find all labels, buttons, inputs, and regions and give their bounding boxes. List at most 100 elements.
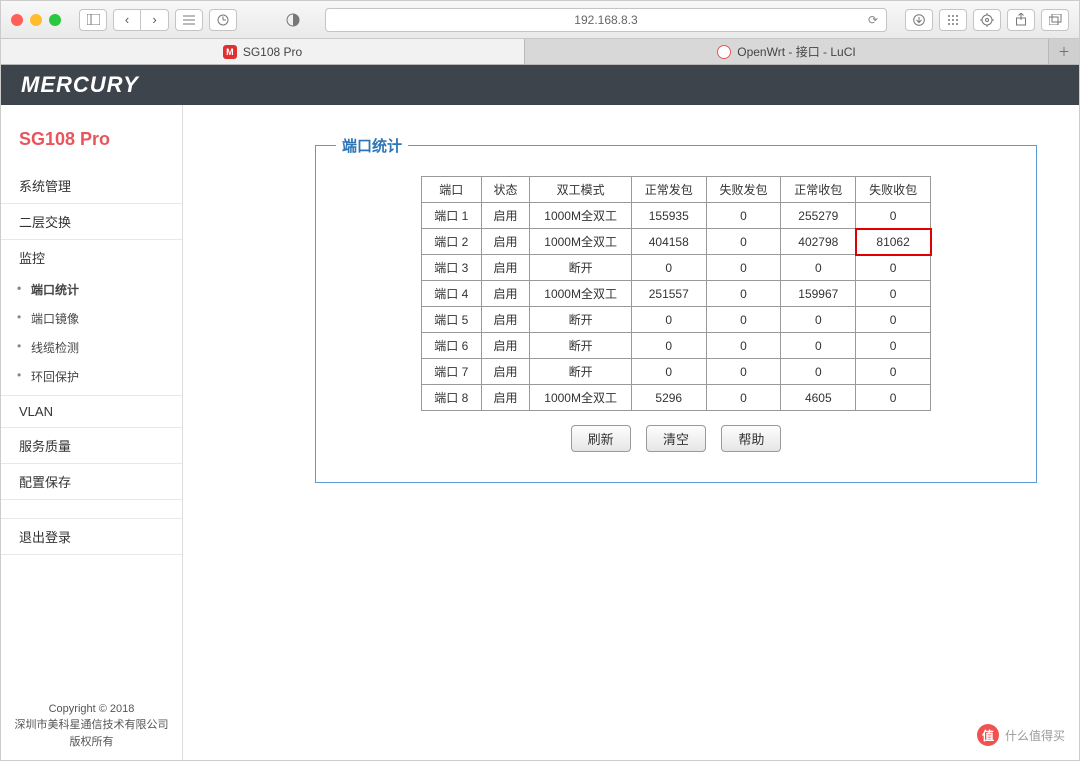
cell-tx_err: 0: [706, 307, 781, 333]
col-port: 端口: [422, 177, 482, 203]
url-text: 192.168.8.3: [574, 13, 637, 27]
brand-logo: MERCURY: [21, 72, 139, 98]
cell-port: 端口 1: [422, 203, 482, 229]
cell-rx_err: 0: [856, 359, 931, 385]
reader-button[interactable]: [175, 9, 203, 31]
main-content: 端口统计 端口 状态 双工模式 正常发包 失败发包 正常收包 失败收包: [183, 105, 1079, 760]
cell-state: 启用: [481, 359, 530, 385]
col-duplex: 双工模式: [530, 177, 632, 203]
cell-tx_ok: 0: [631, 255, 706, 281]
cell-duplex: 1000M全双工: [530, 385, 632, 411]
downloads-button[interactable]: [905, 9, 933, 31]
cell-port: 端口 3: [422, 255, 482, 281]
forward-button[interactable]: ›: [141, 9, 169, 31]
product-name: SG108 Pro: [1, 125, 182, 168]
nav-qos[interactable]: 服务质量: [1, 428, 182, 464]
cell-port: 端口 5: [422, 307, 482, 333]
tab-label: OpenWrt - 接口 - LuCI: [737, 43, 855, 60]
nav-system[interactable]: 系统管理: [1, 168, 182, 204]
nav-vlan[interactable]: VLAN: [1, 396, 182, 428]
nav-cable-test[interactable]: 线缆检测: [1, 333, 182, 362]
table-header-row: 端口 状态 双工模式 正常发包 失败发包 正常收包 失败收包: [422, 177, 931, 203]
cell-tx_ok: 155935: [631, 203, 706, 229]
cell-duplex: 断开: [530, 307, 632, 333]
nav-logout[interactable]: 退出登录: [1, 518, 182, 555]
copyright-line: Copyright © 2018: [11, 701, 172, 718]
cell-rx_ok: 159967: [781, 281, 856, 307]
browser-tab-active[interactable]: M SG108 Pro: [1, 39, 525, 64]
cell-tx_err: 0: [706, 203, 781, 229]
watermark-text: 什么值得买: [1005, 727, 1065, 744]
cell-state: 启用: [481, 333, 530, 359]
cell-port: 端口 2: [422, 229, 482, 255]
cell-rx_ok: 402798: [781, 229, 856, 255]
back-button[interactable]: ‹: [113, 9, 141, 31]
cell-tx_ok: 0: [631, 359, 706, 385]
cell-rx_err: 0: [856, 333, 931, 359]
settings-button[interactable]: [973, 9, 1001, 31]
cell-tx_ok: 404158: [631, 229, 706, 255]
cell-state: 启用: [481, 203, 530, 229]
app-window: ‹ › 192.168.8.3 ⟳ M SG108 Pro OpenWrt - …: [0, 0, 1080, 761]
cell-rx_err: 0: [856, 281, 931, 307]
cell-tx_err: 0: [706, 255, 781, 281]
cell-rx_err: 0: [856, 255, 931, 281]
cell-port: 端口 6: [422, 333, 482, 359]
cell-duplex: 1000M全双工: [530, 203, 632, 229]
share-button[interactable]: [1007, 9, 1035, 31]
history-button[interactable]: [209, 9, 237, 31]
port-stats-panel: 端口统计 端口 状态 双工模式 正常发包 失败发包 正常收包 失败收包: [315, 135, 1037, 483]
cell-port: 端口 8: [422, 385, 482, 411]
cell-port: 端口 7: [422, 359, 482, 385]
minimize-icon[interactable]: [30, 14, 42, 26]
cell-rx_err: 0: [856, 385, 931, 411]
col-tx-err: 失败发包: [706, 177, 781, 203]
cell-tx_err: 0: [706, 385, 781, 411]
cell-duplex: 1000M全双工: [530, 229, 632, 255]
maximize-icon[interactable]: [49, 14, 61, 26]
cell-state: 启用: [481, 281, 530, 307]
window-controls: [11, 14, 61, 26]
nav-monitor[interactable]: 监控: [1, 240, 182, 275]
nav-port-stats[interactable]: 端口统计: [1, 275, 182, 304]
nav-loop-protect[interactable]: 环回保护: [1, 362, 182, 396]
cell-port: 端口 4: [422, 281, 482, 307]
cell-state: 启用: [481, 307, 530, 333]
help-button[interactable]: 帮助: [721, 425, 781, 452]
nav-l2-switch[interactable]: 二层交换: [1, 204, 182, 240]
cell-rx_ok: 0: [781, 307, 856, 333]
browser-tabbar: M SG108 Pro OpenWrt - 接口 - LuCI ＋: [1, 39, 1079, 65]
cell-state: 启用: [481, 255, 530, 281]
watermark: 值 什么值得买: [977, 724, 1065, 746]
nav-config-save[interactable]: 配置保存: [1, 464, 182, 500]
copyright-line: 版权所有: [11, 734, 172, 751]
cell-state: 启用: [481, 229, 530, 255]
cell-tx_ok: 0: [631, 333, 706, 359]
address-bar[interactable]: 192.168.8.3 ⟳: [325, 8, 887, 32]
clear-button[interactable]: 清空: [646, 425, 706, 452]
browser-tab[interactable]: OpenWrt - 接口 - LuCI: [525, 39, 1049, 64]
new-tab-button[interactable]: ＋: [1049, 39, 1079, 64]
table-row: 端口 6启用断开0000: [422, 333, 931, 359]
shield-icon[interactable]: [279, 9, 307, 31]
close-icon[interactable]: [11, 14, 23, 26]
apps-button[interactable]: [939, 9, 967, 31]
nav-port-mirror[interactable]: 端口镜像: [1, 304, 182, 333]
cell-tx_err: 0: [706, 333, 781, 359]
cell-rx_err: 81062: [856, 229, 931, 255]
watermark-icon: 值: [977, 724, 999, 746]
table-row: 端口 8启用1000M全双工5296046050: [422, 385, 931, 411]
reload-icon[interactable]: ⟳: [868, 13, 878, 27]
cell-rx_err: 0: [856, 203, 931, 229]
cell-tx_err: 0: [706, 281, 781, 307]
tabs-button[interactable]: [1041, 9, 1069, 31]
page-header: MERCURY: [1, 65, 1079, 105]
cell-rx_ok: 0: [781, 255, 856, 281]
sidebar-toggle-button[interactable]: [79, 9, 107, 31]
col-rx-err: 失败收包: [856, 177, 931, 203]
refresh-button[interactable]: 刷新: [571, 425, 631, 452]
cell-rx_ok: 0: [781, 359, 856, 385]
page-content: MERCURY SG108 Pro 系统管理 二层交换 监控 端口统计 端口镜像…: [1, 65, 1079, 760]
cell-tx_ok: 251557: [631, 281, 706, 307]
panel-title: 端口统计: [336, 135, 408, 156]
